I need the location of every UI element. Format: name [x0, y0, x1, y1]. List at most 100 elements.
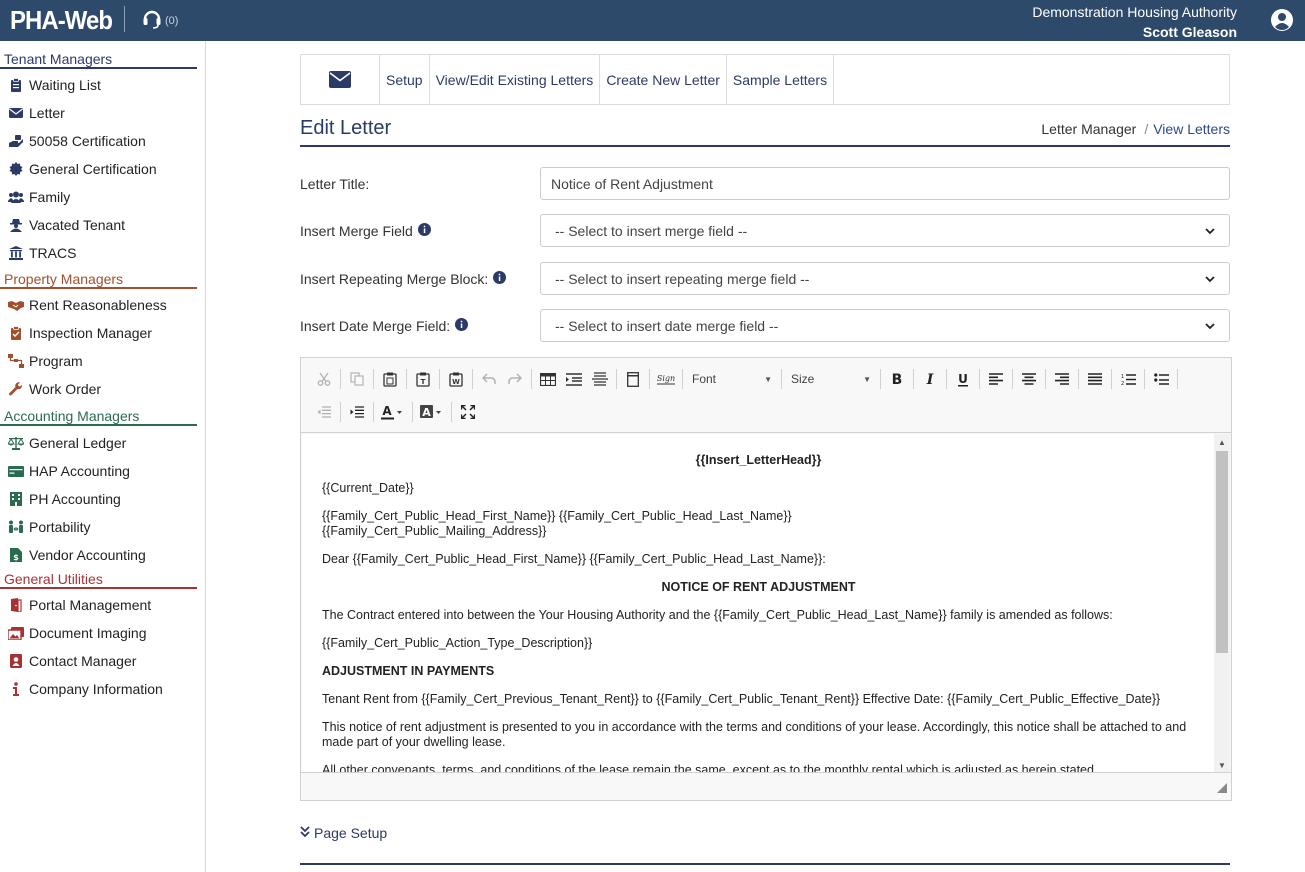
tab-setup[interactable]: Setup [379, 55, 429, 104]
paste-text-icon[interactable]: T [410, 367, 436, 391]
sidebar-item-50058-certification[interactable]: 50058 Certification [0, 127, 205, 155]
bulleted-list-icon[interactable] [1148, 367, 1174, 391]
sidebar-item-waiting-list[interactable]: Waiting List [0, 71, 205, 99]
editor-scrollbar[interactable]: ▲ ▼ [1214, 434, 1230, 773]
tab-create-new-letter[interactable]: Create New Letter [599, 55, 726, 104]
svg-text:1: 1 [1121, 374, 1124, 380]
sidebar-item-family[interactable]: Family [0, 183, 205, 211]
svg-text:A: A [382, 405, 392, 418]
doc-adjust-heading: ADJUSTMENT IN PAYMENTS [322, 664, 495, 678]
table-icon[interactable] [535, 367, 561, 391]
caret-down-icon: ▼ [764, 374, 772, 384]
sidebar-item-company-information[interactable]: Company Information [0, 675, 205, 703]
sidebar-item-program[interactable]: Program [0, 347, 205, 375]
merge-field-select[interactable]: -- Select to insert merge field -- [540, 214, 1230, 247]
doc-contract: The Contract entered into between the Yo… [322, 608, 1113, 622]
breadcrumb-letter-manager: Letter Manager [1041, 121, 1137, 137]
signature-icon[interactable]: Sign [653, 367, 679, 391]
redo-icon[interactable] [502, 367, 528, 391]
sidebar-item-label: Portability [29, 519, 91, 535]
align-justify-icon[interactable] [1082, 367, 1108, 391]
sidebar-item-tracs[interactable]: TRACS [0, 239, 205, 267]
scroll-down-arrow[interactable]: ▼ [1214, 757, 1230, 773]
align-right-icon[interactable] [1049, 367, 1075, 391]
outdent-icon[interactable] [311, 400, 337, 424]
text-color-icon[interactable]: A [377, 400, 409, 424]
info-circle-icon[interactable] [455, 318, 469, 334]
scroll-up-arrow[interactable]: ▲ [1214, 434, 1230, 450]
font-size-dropdown[interactable]: Size ▼ [785, 367, 877, 391]
sidebar-item-label: Family [29, 189, 71, 205]
breadcrumb-view-letters[interactable]: View Letters [1153, 121, 1230, 137]
paste-word-icon[interactable]: W [443, 367, 469, 391]
sidebar-item-document-imaging[interactable]: Document Imaging [0, 619, 205, 647]
repeating-merge-select-value: -- Select to insert repeating merge fiel… [555, 270, 810, 287]
sidebar-item-hap-accounting[interactable]: HAP Accounting [0, 457, 205, 485]
sidebar-item-label: PH Accounting [29, 491, 121, 507]
sidebar-item-letter[interactable]: Letter [0, 99, 205, 127]
info-circle-icon[interactable] [417, 223, 431, 239]
envelope-icon [301, 55, 379, 104]
numbered-list-icon[interactable]: 12 [1115, 367, 1141, 391]
merge-field-select-value: -- Select to insert merge field -- [555, 222, 748, 239]
doc-greeting: Dear {{Family_Cert_Public_Head_First_Nam… [322, 552, 826, 566]
sidebar-item-contact-manager[interactable]: Contact Manager [0, 647, 205, 675]
repeating-merge-label-text: Insert Repeating Merge Block: [300, 271, 489, 287]
sidebar-item-label: Rent Reasonableness [29, 297, 167, 313]
page-break-icon[interactable] [620, 367, 646, 391]
tab-sample-letters[interactable]: Sample Letters [725, 55, 835, 104]
sidebar-item-ph-accounting[interactable]: PH Accounting [0, 485, 205, 513]
info-circle-icon[interactable] [493, 271, 507, 287]
support-button[interactable]: (0) [141, 7, 178, 32]
sitemap-icon [8, 353, 24, 369]
letter-title-input[interactable] [540, 167, 1230, 200]
underline-icon[interactable]: U [950, 367, 976, 391]
sidebar-item-general-ledger[interactable]: General Ledger [0, 429, 205, 457]
balance-scale-icon [8, 435, 24, 451]
align-left-icon[interactable] [983, 367, 1009, 391]
letter-manager-tabbar: Setup View/Edit Existing Letters Create … [300, 54, 1230, 105]
scrollbar-thumb[interactable] [1216, 451, 1228, 653]
background-color-icon[interactable]: A [416, 400, 448, 424]
sidebar-item-rent-reasonableness[interactable]: Rent Reasonableness [0, 291, 205, 319]
date-merge-select[interactable]: -- Select to insert date merge field -- [540, 309, 1230, 342]
tab-view-edit-letters[interactable]: View/Edit Existing Letters [428, 55, 600, 104]
font-dropdown-label: Font [692, 372, 717, 386]
user-account-icon[interactable] [1270, 8, 1294, 35]
envelope-icon [8, 105, 24, 121]
svg-text:$: $ [13, 553, 19, 562]
undo-icon[interactable] [476, 367, 502, 391]
indent-icon[interactable] [344, 400, 370, 424]
sidebar-item-vacated-tenant[interactable]: Vacated Tenant [0, 211, 205, 239]
italic-icon[interactable]: I [917, 367, 943, 391]
page-setup-toggle[interactable]: Page Setup [300, 825, 387, 841]
sidebar-item-inspection-manager[interactable]: Inspection Manager [0, 319, 205, 347]
fullscreen-icon[interactable] [455, 400, 481, 424]
editor-document[interactable]: {{Insert_LetterHead}} {{Current_Date}} {… [302, 434, 1215, 773]
font-family-dropdown[interactable]: Font ▼ [686, 367, 778, 391]
svg-text:Sign: Sign [657, 374, 675, 383]
cut-icon[interactable] [311, 367, 337, 391]
handshake-icon [8, 297, 24, 313]
svg-text:I: I [926, 372, 934, 386]
paste-icon[interactable] [377, 367, 403, 391]
doc-address: {{Family_Cert_Public_Head_First_Name}} {… [322, 509, 1195, 539]
sidebar-item-general-certification[interactable]: General Certification [0, 155, 205, 183]
copy-icon[interactable] [344, 367, 370, 391]
horizontal-rule-icon[interactable] [587, 367, 613, 391]
landmark-icon [8, 245, 24, 261]
date-merge-label: Insert Date Merge Field: [300, 318, 469, 334]
sidebar-item-portal-management[interactable]: Portal Management [0, 591, 205, 619]
sidebar-item-portability[interactable]: Portability [0, 513, 205, 541]
bold-icon[interactable]: B [884, 367, 910, 391]
hand-holding-icon [8, 133, 24, 149]
resize-handle-icon[interactable] [1217, 780, 1227, 796]
repeating-merge-select[interactable]: -- Select to insert repeating merge fiel… [540, 262, 1230, 295]
app-logo[interactable]: PHA-Web [10, 5, 113, 36]
sidebar-item-vendor-accounting[interactable]: $ Vendor Accounting [0, 541, 205, 569]
section-tenant-managers: Tenant Managers [0, 49, 197, 69]
align-center-icon[interactable] [1016, 367, 1042, 391]
sidebar-item-label: Portal Management [29, 597, 152, 613]
indent-block-icon[interactable] [561, 367, 587, 391]
sidebar-item-work-order[interactable]: Work Order [0, 375, 205, 403]
